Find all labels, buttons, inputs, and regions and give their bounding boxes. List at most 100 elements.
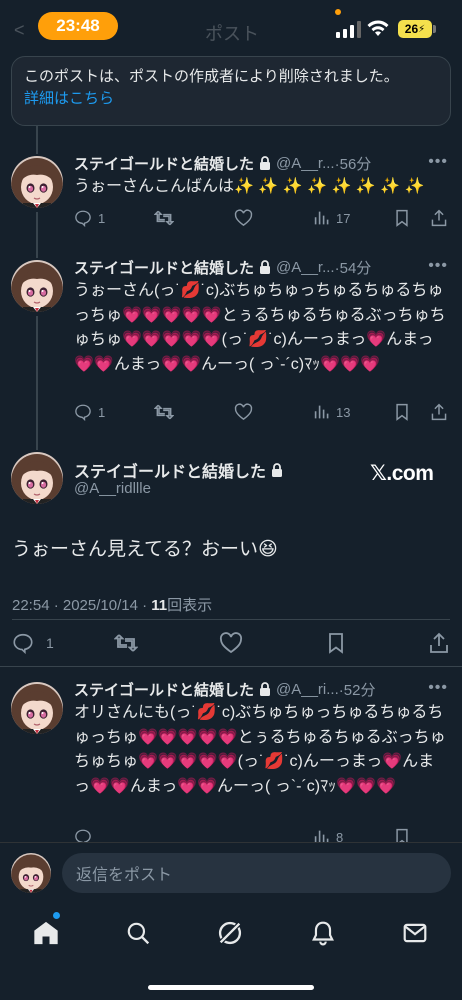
avatar[interactable] (11, 682, 63, 734)
repost-icon (154, 404, 174, 420)
x-com-badge: 𝕏.com (370, 462, 434, 485)
reply-button[interactable]: 1 (74, 209, 105, 227)
divider (12, 619, 450, 620)
share-button[interactable] (430, 403, 448, 421)
analytics-icon (314, 211, 329, 225)
reply-count: 1 (98, 210, 106, 226)
deleted-notice-text: このポストは、ポストの作成者により削除されました。 (24, 68, 399, 85)
avatar[interactable] (11, 452, 63, 504)
messages-icon (403, 923, 427, 943)
tab-bar (0, 902, 462, 1000)
tab-home[interactable] (31, 918, 61, 948)
author-handle[interactable]: @A__ridllle (74, 480, 151, 497)
repost-icon (114, 634, 138, 652)
author-handle[interactable]: @A__r... (276, 155, 335, 172)
cellular-signal-icon (336, 20, 361, 38)
author-name[interactable]: ステイゴールドと結婚した (74, 679, 254, 700)
tab-messages[interactable] (400, 918, 430, 948)
tweet-header: ステイゴールドと結婚した @A__r... ·56分 (74, 152, 371, 174)
bookmark-icon (396, 403, 408, 421)
bookmark-button[interactable] (326, 632, 346, 654)
like-button[interactable] (234, 403, 253, 421)
lock-icon (259, 156, 271, 170)
learn-more-link[interactable]: 詳細はこちら (24, 88, 438, 110)
repost-button[interactable] (154, 209, 174, 227)
author-name[interactable]: ステイゴールドと結婚した (74, 257, 254, 278)
repost-icon (154, 210, 174, 226)
tweet-actions: 1 13 (74, 401, 450, 423)
bookmark-button[interactable] (394, 403, 410, 421)
battery-level: 26 (404, 22, 419, 36)
share-button[interactable] (428, 632, 450, 654)
author-name[interactable]: ステイゴールドと結婚した (74, 458, 266, 482)
reply-icon (75, 210, 91, 227)
reply-count: 1 (98, 404, 106, 420)
bookmark-icon (396, 209, 408, 227)
repost-button[interactable] (114, 632, 138, 654)
home-notification-dot (53, 912, 60, 919)
back-glyph[interactable]: < (14, 20, 25, 41)
tweet-text: うぉーさん見えてる？おーい😆 (12, 539, 278, 560)
tab-notifications[interactable] (308, 918, 338, 948)
heart-icon (219, 632, 243, 654)
thread-connector (36, 316, 38, 450)
reply-button[interactable]: 1 (12, 632, 54, 654)
view-count: 17 (336, 210, 351, 226)
divider (0, 666, 462, 667)
status-time: 23:48 (38, 12, 118, 40)
share-button[interactable] (430, 209, 448, 227)
views-button[interactable]: 13 (314, 404, 350, 420)
wifi-icon (367, 20, 389, 36)
focused-actions: 1 (0, 630, 462, 656)
reply-button[interactable]: 1 (74, 403, 105, 421)
reply-count: 1 (46, 635, 54, 651)
like-button[interactable] (219, 632, 243, 654)
battery-indicator: 26 ⚡ (398, 20, 432, 38)
post-time: ·54分 (334, 259, 372, 277)
privacy-indicator-dot (335, 9, 341, 15)
author-handle[interactable]: @A__ri... (276, 681, 339, 698)
reply-icon (75, 404, 91, 421)
views-label: 回表示 (167, 597, 213, 614)
battery-tip (433, 25, 436, 33)
tweet-text: うぉーさん(っ˙💋˙c)ぶちゅちゅっちゅるちゅるちゅっちゅ💗💗💗💗💗とぅるちゅる… (74, 282, 446, 373)
repost-button[interactable] (154, 403, 174, 421)
view-count: 13 (336, 404, 351, 420)
post-meta: 22:54 · 2025/10/14 · 11回表示 (12, 594, 212, 615)
tweet-text: オリさんにも(っ˙💋˙c)ぶちゅちゅっちゅるちゅるちゅっちゅ💗💗💗💗💗とぅるちゅ… (74, 704, 446, 795)
post-time: ·56分 (334, 155, 372, 173)
home-icon (34, 921, 58, 945)
lock-icon (271, 463, 283, 477)
author-handle[interactable]: @A__r... (276, 259, 335, 276)
more-icon[interactable]: ••• (428, 153, 448, 171)
heart-icon (234, 209, 253, 227)
deleted-post-notice: このポストは、ポストの作成者により削除されました。 詳細はこちら (11, 56, 451, 126)
thread-connector (36, 212, 38, 258)
bookmark-button[interactable] (394, 209, 410, 227)
author-name[interactable]: ステイゴールドと結婚した (74, 153, 254, 174)
view-count: 11 (151, 597, 168, 614)
home-indicator[interactable] (148, 985, 314, 990)
like-button[interactable] (234, 209, 253, 227)
reply-composer-bar: 返信をポスト (0, 842, 462, 902)
lock-icon (259, 682, 271, 696)
focused-author-row: ステイゴールドと結婚した (74, 458, 288, 482)
views-button[interactable]: 17 (314, 210, 350, 226)
tweet-header: ステイゴールドと結婚した @A__r... ·54分 (74, 256, 371, 278)
more-icon[interactable]: ••• (428, 679, 448, 697)
bookmark-icon (329, 633, 343, 654)
tweet-actions: 1 17 (74, 207, 450, 229)
more-icon[interactable]: ••• (428, 257, 448, 275)
tab-grok[interactable] (215, 918, 245, 948)
avatar[interactable] (11, 260, 63, 312)
reply-input[interactable]: 返信をポスト (62, 853, 451, 893)
post-timestamp: 22:54 · 2025/10/14 · (12, 597, 152, 614)
tweet-header: ステイゴールドと結婚した @A__ri... ·52分 (74, 678, 375, 700)
share-icon (431, 403, 447, 421)
tab-search[interactable] (123, 918, 153, 948)
reply-icon (13, 633, 33, 654)
avatar[interactable] (11, 156, 63, 208)
search-icon (127, 922, 150, 945)
grok-icon (217, 920, 243, 946)
analytics-icon (314, 405, 329, 419)
